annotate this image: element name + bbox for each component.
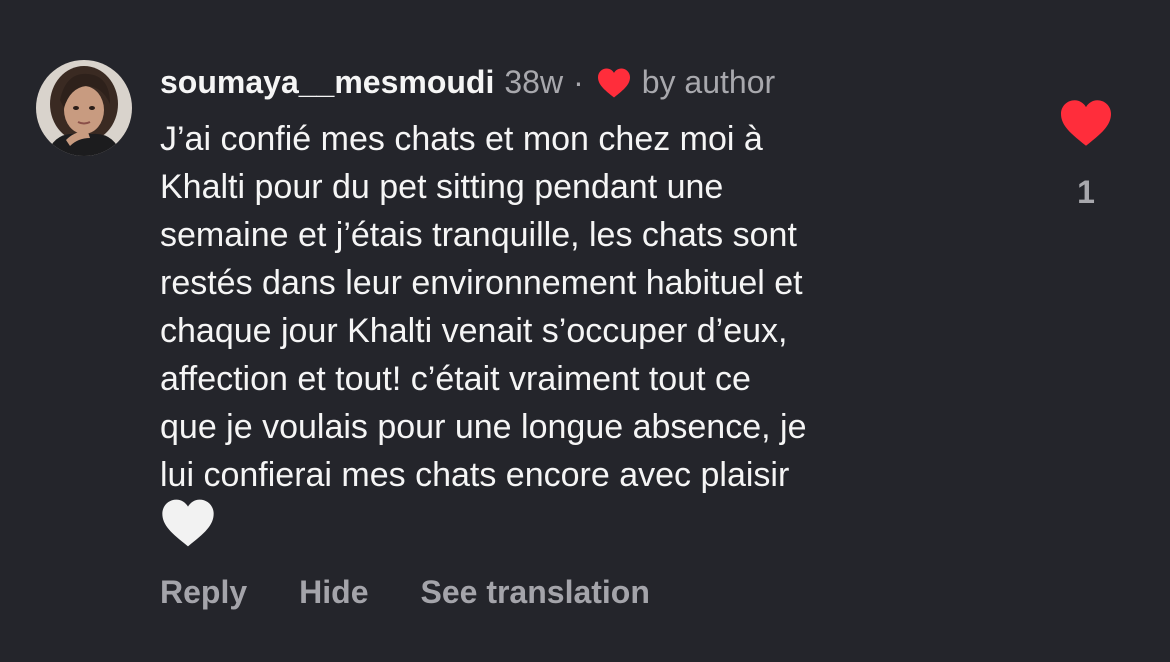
comment-actions: Reply Hide See translation <box>160 570 650 614</box>
like-count[interactable]: 1 <box>1058 172 1114 212</box>
hide-button[interactable]: Hide <box>299 574 368 611</box>
white-heart-icon <box>160 497 216 549</box>
like-heart-icon[interactable] <box>1058 98 1114 148</box>
by-author-label: by author <box>641 64 776 100</box>
timestamp: 38w <box>504 64 564 100</box>
separator-dot: · <box>573 64 584 100</box>
comment-header: soumaya__mesmoudi 38w · by author <box>160 60 775 104</box>
author-liked-heart-icon <box>596 66 632 98</box>
comment-text: J’ai confié mes chats et mon chez moi à … <box>160 120 807 494</box>
reply-button[interactable]: Reply <box>160 574 247 611</box>
comment-item: soumaya__mesmoudi 38w · by author J’ai c… <box>0 0 1170 662</box>
avatar-photo <box>36 60 132 156</box>
username[interactable]: soumaya__mesmoudi <box>160 60 494 104</box>
avatar[interactable] <box>36 60 132 156</box>
see-translation-button[interactable]: See translation <box>420 574 649 611</box>
